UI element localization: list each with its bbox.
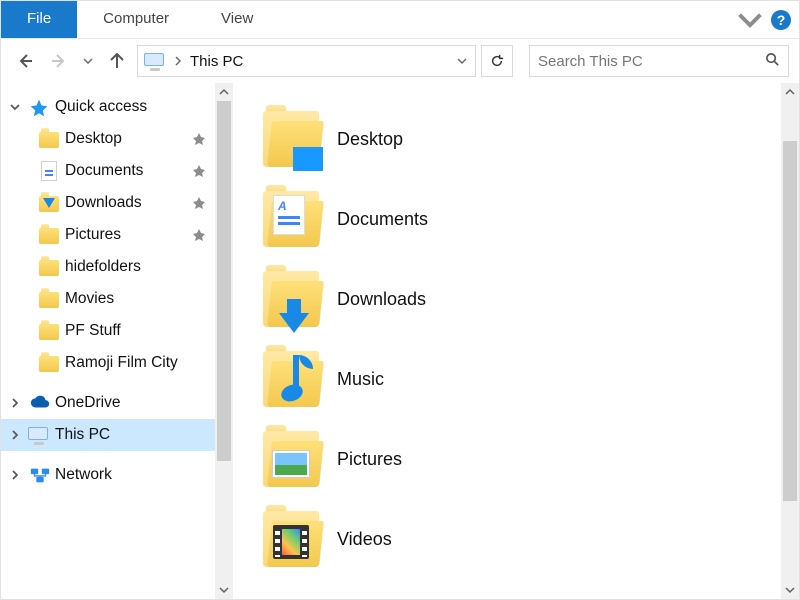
pin-icon	[191, 229, 207, 241]
forward-button[interactable]	[45, 47, 73, 75]
breadcrumb-location[interactable]: This PC	[190, 53, 243, 70]
address-dropdown[interactable]	[453, 56, 471, 66]
navigation-pane: Quick access Desktop Documents Downloads…	[1, 83, 233, 599]
folder-tile-documents[interactable]: Documents	[263, 179, 773, 259]
tree-label: This PC	[55, 426, 110, 444]
search-input[interactable]	[538, 53, 757, 70]
history-dropdown[interactable]	[79, 47, 97, 75]
folder-icon	[37, 255, 61, 279]
expand-icon[interactable]	[7, 102, 23, 112]
cloud-icon	[27, 391, 51, 415]
expand-icon[interactable]	[7, 398, 23, 408]
tree-network[interactable]: Network	[1, 459, 215, 491]
tree-thispc[interactable]: This PC	[1, 419, 215, 451]
tree-item-documents[interactable]: Documents	[1, 155, 215, 187]
navigation-toolbar: This PC	[1, 39, 799, 83]
folder-icon	[263, 511, 319, 567]
breadcrumb-chevron-icon[interactable]	[172, 56, 184, 66]
folder-icon	[263, 271, 319, 327]
expand-icon[interactable]	[7, 470, 23, 480]
tree-label: PF Stuff	[65, 322, 121, 340]
tab-file[interactable]: File	[1, 1, 77, 38]
scroll-thumb[interactable]	[783, 141, 797, 501]
folder-icon	[263, 431, 319, 487]
address-bar[interactable]: This PC	[137, 45, 476, 77]
downloads-icon	[37, 191, 61, 215]
up-button[interactable]	[103, 47, 131, 75]
folder-tile-pictures[interactable]: Pictures	[263, 419, 773, 499]
network-icon	[27, 463, 51, 487]
tree-label: Ramoji Film City	[65, 354, 178, 372]
thispc-icon	[144, 50, 166, 72]
tree-item-ramoji[interactable]: Ramoji Film City	[1, 347, 215, 379]
tree-label: Pictures	[65, 226, 121, 244]
tree-label: hidefolders	[65, 258, 141, 276]
folder-label: Desktop	[337, 129, 403, 150]
tree-item-downloads[interactable]: Downloads	[1, 187, 215, 219]
pin-icon	[191, 133, 207, 145]
thispc-icon	[27, 423, 51, 447]
tree-label: Network	[55, 466, 112, 484]
tree-item-pf-stuff[interactable]: PF Stuff	[1, 315, 215, 347]
expand-icon[interactable]	[7, 430, 23, 440]
tab-computer[interactable]: Computer	[77, 1, 195, 38]
scroll-up-icon[interactable]	[215, 83, 233, 101]
tree-label: Movies	[65, 290, 114, 308]
folder-icon	[263, 351, 319, 407]
folder-label: Videos	[337, 529, 392, 550]
scroll-down-icon[interactable]	[215, 581, 233, 599]
folder-label: Music	[337, 369, 384, 390]
scroll-up-icon[interactable]	[781, 83, 799, 101]
tree-item-hidefolders[interactable]: hidefolders	[1, 251, 215, 283]
help-button[interactable]: ?	[763, 1, 799, 38]
ribbon: File Computer View ?	[1, 1, 799, 39]
folder-tile-downloads[interactable]: Downloads	[263, 259, 773, 339]
back-button[interactable]	[11, 47, 39, 75]
tree-item-pictures[interactable]: Pictures	[1, 219, 215, 251]
tree-label: OneDrive	[55, 394, 120, 412]
folder-icon	[37, 287, 61, 311]
search-box[interactable]	[529, 45, 789, 77]
refresh-button[interactable]	[481, 45, 513, 77]
folder-tile-videos[interactable]: Videos	[263, 499, 773, 579]
tree-item-desktop[interactable]: Desktop	[1, 123, 215, 155]
folder-icon	[37, 351, 61, 375]
tree-label: Quick access	[55, 98, 147, 116]
tree-label: Downloads	[65, 194, 142, 212]
folder-label: Pictures	[337, 449, 402, 470]
pin-icon	[191, 165, 207, 177]
tree-label: Documents	[65, 162, 143, 180]
tab-view[interactable]: View	[195, 1, 279, 38]
help-icon: ?	[771, 10, 791, 30]
pictures-icon	[37, 223, 61, 247]
folder-label: Documents	[337, 209, 428, 230]
desktop-icon	[37, 127, 61, 151]
content-area: Desktop Documents Downloads	[233, 83, 781, 599]
star-icon	[27, 95, 51, 119]
pin-icon	[191, 197, 207, 209]
folder-tile-desktop[interactable]: Desktop	[263, 99, 773, 179]
tree-onedrive[interactable]: OneDrive	[1, 387, 215, 419]
ribbon-collapse-icon[interactable]	[737, 1, 763, 38]
content-scrollbar[interactable]	[781, 83, 799, 599]
folder-icon	[263, 191, 319, 247]
tree-label: Desktop	[65, 130, 122, 148]
scroll-down-icon[interactable]	[781, 581, 799, 599]
navpane-scrollbar[interactable]	[215, 83, 233, 599]
folder-icon	[263, 111, 319, 167]
tree-quick-access[interactable]: Quick access	[1, 91, 215, 123]
documents-icon	[37, 159, 61, 183]
tree-item-movies[interactable]: Movies	[1, 283, 215, 315]
folder-tile-music[interactable]: Music	[263, 339, 773, 419]
scroll-thumb[interactable]	[217, 101, 231, 461]
folder-label: Downloads	[337, 289, 426, 310]
folder-icon	[37, 319, 61, 343]
search-icon[interactable]	[765, 52, 780, 70]
